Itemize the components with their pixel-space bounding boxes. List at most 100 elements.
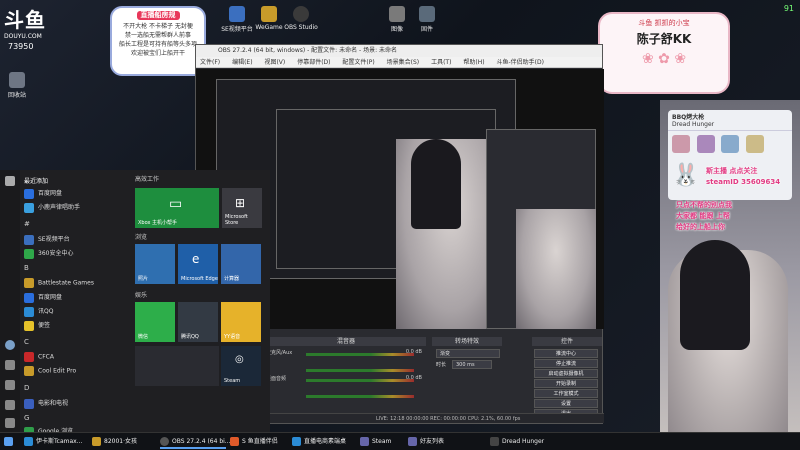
app-list-item[interactable]: 便签 — [24, 320, 50, 331]
tile-calculator[interactable]: 计算器 — [221, 244, 261, 284]
desktop-icon-label: OBS Studio — [284, 24, 318, 31]
logo-text: 斗鱼 — [4, 8, 46, 32]
obs-menubar: 文件(F) 编辑(E) 视图(V) 停靠部件(D) 配置文件(P) 场景集合(S… — [196, 57, 602, 68]
app-list-item[interactable]: 小鹿声律唱助手 — [24, 202, 80, 213]
menu-docks[interactable]: 停靠部件(D) — [297, 59, 330, 66]
letter-header[interactable]: D — [24, 384, 29, 392]
menu-help[interactable]: 帮助(H) — [463, 59, 484, 66]
app-icon — [24, 437, 33, 446]
menu-scene-collection[interactable]: 场景集合(S) — [387, 59, 420, 66]
transition-title: 转场特效 — [432, 337, 502, 346]
desktop-icon-obs[interactable]: OBS Studio — [284, 6, 318, 31]
mixer-row[interactable]: 麦克风/Aux 0.0 dB — [266, 349, 426, 361]
security-icon — [24, 248, 34, 259]
mixer-row[interactable]: 桌面音频 0.0 dB — [266, 375, 426, 387]
tile-xbox[interactable]: ▭ Xbox 主机小帮手 — [135, 188, 219, 228]
baidu-netdisk-icon — [24, 188, 34, 199]
tile-label: 计算器 — [224, 276, 240, 282]
room-rules-sign: 直播船房规 不开大枪 不卡梯子 无封梗 禁一选船无需帮群人前事 船长工程是可持有… — [110, 6, 206, 76]
sign-line: 船长工程是可持有船等头多项 — [118, 41, 197, 48]
stream-center-button[interactable]: 推流中心 — [534, 349, 598, 358]
menu-tools[interactable]: 工具(T) — [431, 59, 451, 66]
app-label: SE视频平台 — [38, 236, 70, 243]
recent-header: 最近添加 — [24, 178, 49, 185]
taskbar-item[interactable]: 好友列表 — [408, 435, 466, 449]
tile-steam[interactable]: ◎ Steam — [221, 346, 261, 386]
menu-douyu[interactable]: 斗鱼-伴侣助手(D) — [496, 59, 543, 66]
app-list-item[interactable]: Battlestate Games — [24, 278, 94, 288]
tile-store[interactable]: ⊞ Microsoft Store — [222, 188, 262, 228]
start-recording-button[interactable]: 开始录制 — [534, 379, 598, 388]
tile-qq[interactable]: 腾讯QQ — [178, 302, 218, 342]
settings-button[interactable]: 设置 — [534, 399, 598, 408]
tile-label: 腾讯QQ — [181, 334, 199, 340]
letter-header[interactable]: C — [24, 338, 29, 346]
app-list-item[interactable]: CFCA — [24, 352, 54, 362]
document-icon[interactable] — [5, 360, 15, 370]
taskbar-item[interactable]: OBS 27.2.4 (64 bi... — [160, 435, 231, 449]
app-label: 百度网盘 — [38, 190, 63, 197]
chat-line: 斯主播 点点关注 — [706, 167, 758, 175]
taskbar-label: 直播电商素端桌 — [304, 438, 347, 445]
hamburger-icon[interactable] — [5, 176, 15, 186]
obs-titlebar[interactable]: OBS 27.2.4 (64 bit, windows) - 配置文件: 未命名… — [196, 45, 602, 57]
app-list-item[interactable]: 百度网盘 — [24, 188, 62, 199]
mixer-title: 混音器 — [266, 337, 426, 346]
taskbar-item[interactable]: 直播电商素端桌 — [292, 435, 356, 449]
taskbar-item[interactable]: S 鱼直播伴侣 — [230, 435, 288, 449]
letter-header[interactable]: G — [24, 414, 29, 422]
tile-yy[interactable]: YY语音 — [221, 302, 261, 342]
taskbar-label: 伊卡斯Tcamax... — [36, 438, 83, 445]
chat-line: steamID 35609634 — [706, 178, 781, 186]
transition-select[interactable]: 渐变 — [436, 349, 500, 358]
mixer-row[interactable] — [266, 391, 426, 403]
letter-header[interactable]: B — [24, 264, 29, 272]
tile-wechat[interactable]: 微信 — [135, 302, 175, 342]
menu-view[interactable]: 视图(V) — [264, 59, 285, 66]
tile-edge[interactable]: e Microsoft Edge — [178, 244, 218, 284]
desktop-icon-images[interactable]: 图像 — [380, 6, 414, 33]
menu-edit[interactable]: 编辑(E) — [232, 59, 252, 66]
folder-icon — [24, 292, 34, 303]
app-icon — [24, 202, 34, 213]
desktop-icon-recycle[interactable]: 回收站 — [0, 72, 34, 99]
power-icon[interactable] — [5, 418, 15, 428]
sign-line: 不开大枪 不卡梯子 无封梗 — [123, 23, 193, 30]
taskbar-item[interactable]: 伊卡斯Tcamax... — [24, 435, 86, 449]
desktop-icon-wegame[interactable]: WeGame — [252, 6, 286, 31]
studio-mode-button[interactable]: 工作室模式 — [534, 389, 598, 398]
tile-group[interactable] — [135, 346, 219, 386]
menu-profile[interactable]: 配置文件(P) — [342, 59, 374, 66]
folder-icon — [24, 352, 34, 362]
chat-overlay: 🐰 斯主播 点点关注 steamID 35609634 只点不帮的别点我 大家都… — [670, 150, 798, 290]
start-button[interactable] — [4, 435, 16, 449]
app-icon — [292, 437, 301, 446]
tile-photos[interactable]: 照片 — [135, 244, 175, 284]
banner-subtitle: 斗鱼 抓抓的小宝 — [638, 19, 690, 27]
start-menu[interactable]: 最近添加 百度网盘 小鹿声律唱助手 # SE视频平台 360安全中心 B Bat… — [0, 170, 270, 437]
app-list-item[interactable]: Cool Edit Pro — [24, 366, 76, 376]
app-list-item[interactable]: 电影和电视 — [24, 398, 68, 409]
pictures-icon[interactable] — [5, 380, 15, 390]
gear-icon[interactable] — [5, 400, 15, 410]
taskbar-item[interactable]: Dread Hunger — [490, 435, 560, 449]
fps-counter: 91 — [783, 4, 794, 13]
app-list-item[interactable]: SE视频平台 — [24, 234, 70, 245]
transition-duration-input[interactable]: 300 ms — [452, 360, 492, 369]
stop-stream-button[interactable]: 停止推流 — [534, 359, 598, 368]
menu-file[interactable]: 文件(F) — [200, 59, 220, 66]
desktop-icon-firmware[interactable]: 固件 — [410, 6, 444, 33]
desktop-icon-se[interactable]: SE视频平台 — [220, 6, 254, 33]
virtual-camera-button[interactable]: 启动虚拟摄像机 — [534, 369, 598, 378]
app-list-item[interactable]: 讯QQ — [24, 306, 53, 317]
steam-icon: ◎ — [235, 354, 244, 365]
transition-duration-label: 时长 — [436, 362, 447, 368]
tile-label: Microsoft Store — [225, 214, 248, 226]
user-icon[interactable] — [5, 340, 15, 350]
app-list-item[interactable]: 百度网盘 — [24, 292, 62, 303]
taskbar-item[interactable]: Steam — [360, 435, 404, 449]
app-list-item[interactable]: 360安全中心 — [24, 248, 73, 259]
taskbar-item[interactable]: 82001·女孩 — [92, 435, 154, 449]
letter-header[interactable]: # — [24, 220, 30, 228]
douyu-icon — [230, 437, 239, 446]
